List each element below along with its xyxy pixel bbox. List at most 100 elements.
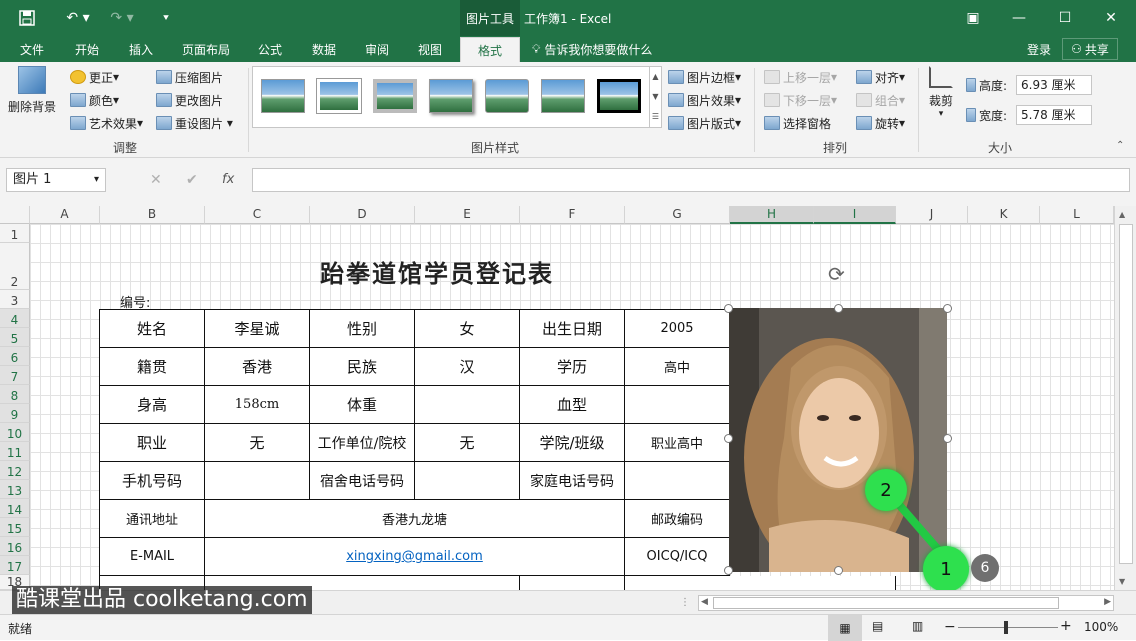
table-cell[interactable]: 性别 — [310, 310, 415, 348]
scroll-up-icon[interactable]: ▲ — [1119, 210, 1125, 219]
tab-format[interactable]: 格式 — [460, 37, 520, 62]
table-cell[interactable]: 宿舍电话号码 — [310, 462, 415, 500]
zoom-slider[interactable] — [958, 627, 1058, 628]
chevron-down-icon[interactable]: ▾ — [94, 169, 99, 191]
gallery-scroll[interactable]: ▲ ▼ ☰ — [649, 67, 661, 127]
table-cell[interactable]: 手机号码 — [100, 462, 205, 500]
color-button[interactable]: 颜色 ▾ — [70, 90, 119, 110]
table-cell[interactable]: 体重 — [310, 386, 415, 424]
rotate-button[interactable]: 旋转 ▾ — [856, 113, 905, 133]
corrections-button[interactable]: 更正 ▾ — [70, 67, 119, 87]
table-cell[interactable]: 无 — [415, 424, 520, 462]
column-header[interactable]: D — [310, 206, 415, 224]
crop-button[interactable]: 裁剪 ▾ — [926, 66, 956, 120]
row-header[interactable]: 17 — [0, 556, 30, 575]
table-cell[interactable] — [205, 462, 310, 500]
save-icon[interactable] — [14, 0, 40, 36]
row-header[interactable]: 1 — [0, 224, 30, 243]
table-cell[interactable]: 职业高中 — [625, 424, 730, 462]
column-header[interactable]: E — [415, 206, 520, 224]
style-thumb[interactable] — [316, 78, 362, 114]
tab-insert[interactable]: 插入 — [118, 36, 164, 62]
table-cell[interactable]: OICQ/ICQ — [625, 538, 730, 576]
scroll-down-icon[interactable]: ▼ — [1119, 577, 1125, 586]
page-layout-view-icon[interactable]: ▤ — [872, 619, 883, 633]
table-cell[interactable]: 香港 — [205, 348, 310, 386]
tab-formulas[interactable]: 公式 — [250, 36, 290, 62]
zoom-slider-thumb[interactable] — [1004, 621, 1008, 634]
table-cell[interactable]: 香港九龙塘 — [205, 500, 625, 538]
table-cell[interactable] — [520, 576, 625, 590]
h-scroll-thumb[interactable] — [713, 597, 1059, 609]
row-header[interactable]: 5 — [0, 328, 30, 347]
column-header[interactable]: C — [205, 206, 310, 224]
column-header[interactable]: L — [1040, 206, 1114, 224]
column-header[interactable]: K — [968, 206, 1040, 224]
table-cell[interactable]: 身高 — [100, 386, 205, 424]
row-header[interactable]: 6 — [0, 347, 30, 366]
customize-qat-icon[interactable]: ⯆ — [156, 0, 176, 36]
email-link[interactable]: xingxing@gmail.com — [205, 538, 625, 576]
table-cell[interactable]: 家庭电话号码 — [520, 462, 625, 500]
select-all-corner[interactable] — [0, 206, 30, 224]
row-header[interactable]: 14 — [0, 499, 30, 518]
tab-view[interactable]: 视图 — [408, 36, 452, 62]
table-cell[interactable] — [625, 462, 730, 500]
table-cell[interactable]: 无 — [205, 424, 310, 462]
style-thumb[interactable] — [373, 79, 417, 113]
restore-button[interactable]: ☐ — [1050, 0, 1080, 36]
row-header[interactable]: 7 — [0, 366, 30, 385]
table-cell[interactable]: 学历 — [520, 348, 625, 386]
table-cell[interactable]: 学院/班级 — [520, 424, 625, 462]
height-input[interactable]: 6.93 厘米 — [1016, 75, 1092, 95]
column-header[interactable]: I — [814, 206, 896, 224]
row-header[interactable]: 3 — [0, 290, 30, 309]
row-header[interactable]: 16 — [0, 537, 30, 556]
table-cell[interactable]: 姓名 — [100, 310, 205, 348]
tab-home[interactable]: 开始 — [64, 36, 110, 62]
bring-forward-button[interactable]: 上移一层 ▾ — [764, 67, 837, 87]
style-thumb[interactable] — [485, 79, 529, 113]
group-button[interactable]: 组合 ▾ — [856, 90, 905, 110]
row-header[interactable]: 2 — [0, 243, 30, 290]
style-thumb[interactable] — [429, 79, 473, 113]
artistic-effects-button[interactable]: 艺术效果 ▾ — [70, 113, 143, 133]
remove-background-button[interactable]: 删除背景 — [6, 66, 58, 120]
column-header[interactable]: G — [625, 206, 730, 224]
table-cell[interactable]: 汉 — [415, 348, 520, 386]
resize-handle[interactable] — [724, 566, 733, 575]
table-cell[interactable]: E-MAIL — [100, 538, 205, 576]
table-cell[interactable] — [625, 386, 730, 424]
resize-handle[interactable] — [724, 304, 733, 313]
row-header[interactable]: 8 — [0, 385, 30, 404]
column-header[interactable]: B — [100, 206, 205, 224]
vertical-scrollbar[interactable]: ▲ ▼ — [1114, 206, 1136, 590]
table-cell[interactable]: 高中 — [625, 348, 730, 386]
tab-data[interactable]: 数据 — [302, 36, 346, 62]
sign-in-link[interactable]: 登录 — [1018, 36, 1060, 62]
rotate-handle-icon[interactable]: ⟳ — [828, 262, 850, 286]
reset-picture-button[interactable]: 重设图片 ▾ — [156, 113, 233, 133]
table-cell[interactable]: 158cm — [205, 386, 310, 424]
column-header[interactable]: A — [30, 206, 100, 224]
picture-layout-button[interactable]: 图片版式 ▾ — [668, 113, 741, 133]
resize-handle[interactable] — [834, 304, 843, 313]
picture-styles-gallery[interactable]: ▲ ▼ ☰ — [252, 66, 662, 128]
insert-function-icon[interactable]: fx — [222, 172, 234, 187]
row-header[interactable]: 10 — [0, 423, 30, 442]
table-cell[interactable]: 2005 — [625, 310, 730, 348]
tab-page-layout[interactable]: 页面布局 — [172, 36, 240, 62]
collapse-ribbon-icon[interactable]: ⌃ — [1116, 140, 1124, 151]
cancel-icon[interactable]: ✕ — [150, 172, 162, 188]
table-cell[interactable]: 李星诚 — [205, 310, 310, 348]
compress-pictures-button[interactable]: 压缩图片 — [156, 67, 223, 87]
scroll-thumb[interactable] — [1119, 224, 1133, 564]
formula-input[interactable] — [252, 168, 1130, 192]
undo-icon[interactable]: ↶ ▾ — [60, 0, 96, 36]
table-cell[interactable]: 血型 — [520, 386, 625, 424]
column-header[interactable]: F — [520, 206, 625, 224]
style-thumb[interactable] — [261, 79, 305, 113]
zoom-level[interactable]: 100% — [1084, 620, 1118, 634]
normal-view-icon[interactable]: ▦ — [828, 615, 862, 641]
tell-me-box[interactable]: 💡︎ 告诉我你想要做什么 — [532, 36, 682, 62]
